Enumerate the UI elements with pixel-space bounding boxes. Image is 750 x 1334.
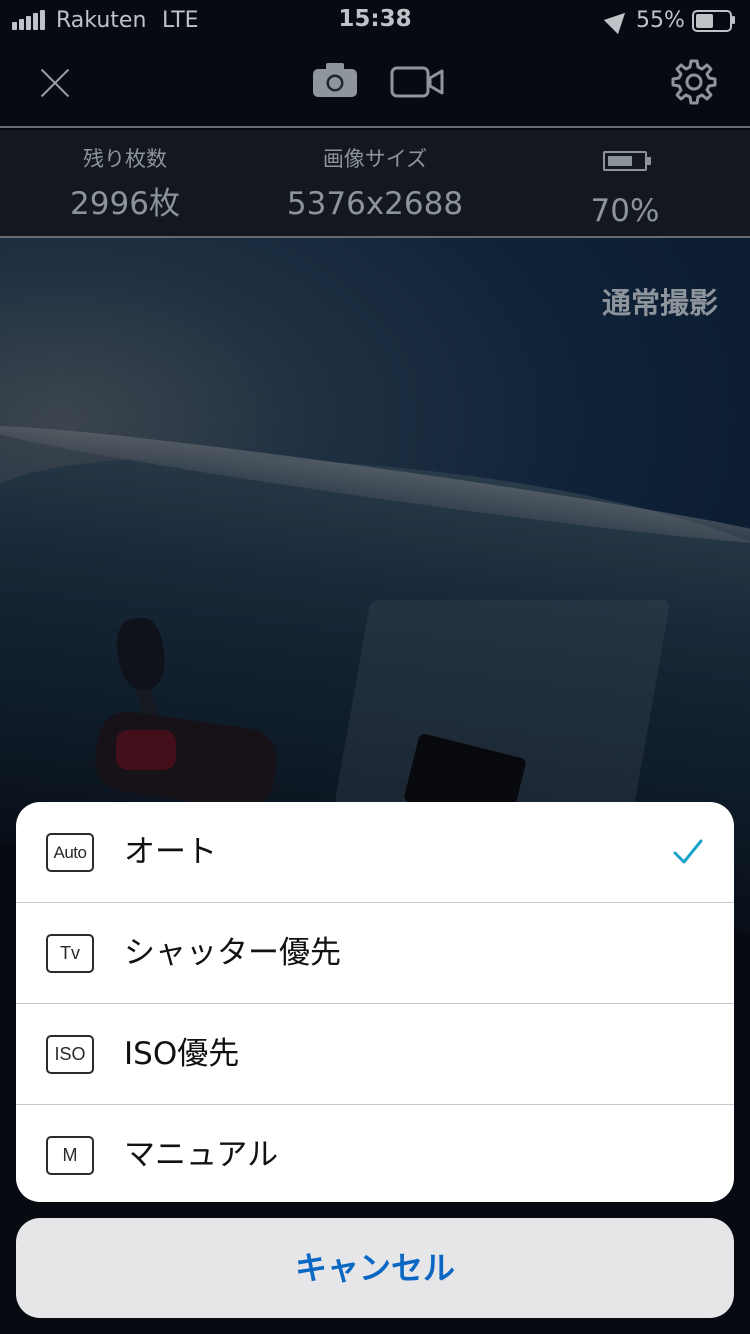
battery-nub	[732, 16, 735, 24]
camera-info-panel: 残り枚数 2996枚 画像サイズ 5376x2688 70%	[0, 130, 750, 236]
remaining-shots: 残り枚数 2996枚	[0, 144, 250, 226]
camera-battery-icon	[603, 151, 651, 171]
iso-mode-icon: ISO	[46, 1035, 94, 1074]
video-icon[interactable]	[390, 66, 444, 98]
camera-battery: 70%	[500, 144, 750, 233]
mode-option-label: ISO優先	[124, 1036, 240, 1072]
battery-percent: 55%	[636, 8, 685, 33]
mode-option-label: シャッター優先	[124, 935, 341, 971]
gear-icon[interactable]	[670, 58, 718, 106]
image-size-value: 5376x2688	[286, 186, 464, 222]
remaining-value: 2996枚	[70, 186, 180, 222]
mode-option-iso-priority[interactable]: ISO ISO優先	[16, 1004, 734, 1105]
checkmark-icon	[673, 839, 703, 864]
divider	[0, 236, 750, 238]
mode-option-manual[interactable]: M マニュアル	[16, 1105, 734, 1202]
battery-icon	[692, 10, 732, 32]
mode-option-auto[interactable]: Auto オート	[16, 802, 734, 903]
camera-icon[interactable]	[312, 62, 358, 98]
remaining-label: 残り枚数	[83, 147, 167, 171]
mode-option-label: オート	[124, 834, 217, 870]
status-bar: Rakuten LTE 15:38 55%	[0, 0, 750, 40]
image-size-label: 画像サイズ	[322, 147, 428, 171]
cancel-button[interactable]: キャンセル	[16, 1218, 734, 1318]
mode-option-shutter-priority[interactable]: Tv シャッター優先	[16, 903, 734, 1004]
close-icon[interactable]	[40, 66, 70, 96]
camera-battery-value: 70%	[590, 193, 660, 229]
auto-mode-icon: Auto	[46, 833, 94, 872]
shooting-mode-label: 通常撮影	[601, 286, 718, 320]
divider	[0, 126, 750, 128]
manual-mode-icon: M	[46, 1136, 94, 1175]
exposure-mode-sheet: Auto オート Tv シャッター優先 ISO ISO優先 M マニュアル	[16, 802, 734, 1202]
mode-option-label: マニュアル	[124, 1137, 279, 1173]
top-toolbar	[0, 40, 750, 128]
image-size: 画像サイズ 5376x2688	[250, 144, 500, 226]
tv-mode-icon: Tv	[46, 934, 94, 973]
